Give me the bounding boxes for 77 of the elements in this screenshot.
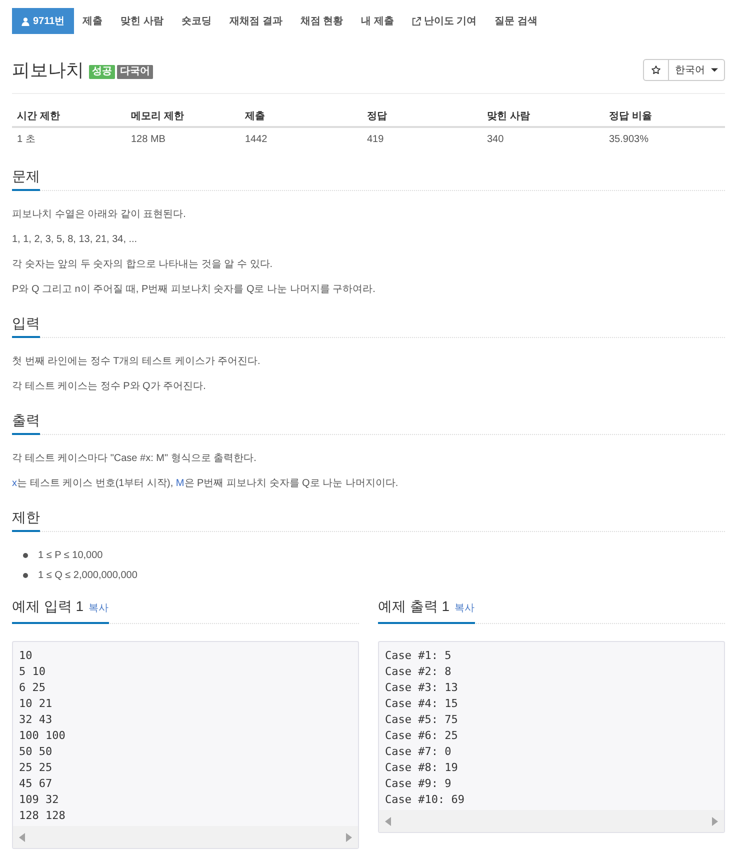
paragraph: 피보나치 수열은 아래와 같이 표현된다. xyxy=(12,208,187,222)
code-line: 5 10 xyxy=(19,664,46,680)
section-heading: 제한 xyxy=(12,507,40,532)
scroll-left-icon xyxy=(19,832,25,842)
code-line: Case #10: 69 xyxy=(385,792,464,808)
nav-tab[interactable]: 질문 검색 xyxy=(486,8,546,34)
code-line: Case #3: 13 xyxy=(385,680,458,696)
example-heading: 예제 출력 1 xyxy=(378,597,450,616)
scroll-right-icon xyxy=(712,816,718,826)
list-item-text: 1 ≤ Q ≤ 2,000,000,000 xyxy=(38,569,138,583)
scroll-right-icon xyxy=(346,832,352,842)
code-line: 10 xyxy=(19,648,32,664)
external-link-icon xyxy=(412,16,421,26)
table-cell-text: 35.903% xyxy=(608,132,650,146)
nav-tab[interactable]: 9711번 xyxy=(12,8,74,34)
bullet-icon xyxy=(23,573,28,578)
nav-tab[interactable]: 제출 xyxy=(74,8,112,34)
nav-tab[interactable]: 난이도 기여 xyxy=(402,8,486,34)
table-cell-text: 419 xyxy=(366,132,385,146)
problem-tag: 다국어 xyxy=(117,65,153,79)
copy-link[interactable]: 복사 xyxy=(88,599,109,619)
column-header: 정답 비율 xyxy=(608,110,653,124)
copy-link[interactable]: 복사 xyxy=(454,599,475,619)
nav-tab[interactable]: 숏코딩 xyxy=(172,8,220,34)
paragraph: 각 테스트 케이스마다 "Case #x: M" 형식으로 출력한다. xyxy=(12,452,258,466)
horizontal-scrollbar[interactable] xyxy=(13,826,358,848)
code-line: 128 128 xyxy=(19,808,66,824)
code-line: Case #2: 8 xyxy=(385,664,452,680)
nav-tab[interactable]: 재채점 결과 xyxy=(220,8,292,34)
scroll-left-icon xyxy=(385,816,391,826)
paragraph: 1, 1, 2, 3, 5, 8, 13, 21, 34, ... xyxy=(12,233,138,247)
horizontal-scrollbar[interactable] xyxy=(379,810,724,832)
language-dropdown[interactable]: 한국어 xyxy=(669,59,725,81)
column-header: 시간 제한 xyxy=(16,110,61,124)
paragraph: 각 테스트 케이스는 정수 P와 Q가 주어진다. xyxy=(12,380,207,394)
paragraph: 첫 번째 라인에는 정수 T개의 테스트 케이스가 주어진다. xyxy=(12,355,262,369)
table-cell-text: 340 xyxy=(486,132,505,146)
nav-tab[interactable]: 채점 현황 xyxy=(291,8,352,34)
code-line: 45 67 xyxy=(19,776,52,792)
code-line: 10 21 xyxy=(19,696,52,712)
table-cell-text: 1 초 xyxy=(16,132,36,146)
column-header: 정답 xyxy=(366,110,388,124)
code-line: Case #1: 5 xyxy=(385,648,452,664)
list-item-text: 1 ≤ P ≤ 10,000 xyxy=(38,549,103,563)
table-cell-text: 1442 xyxy=(244,132,268,146)
bullet-icon xyxy=(23,553,28,558)
nav-tab[interactable]: 맞힌 사람 xyxy=(112,8,172,34)
code-line: Case #4: 15 xyxy=(385,696,458,712)
code-line: Case #7: 0 xyxy=(385,744,452,760)
favorite-button[interactable] xyxy=(643,59,669,81)
nav-tab[interactable]: 내 제출 xyxy=(352,8,403,34)
code-line: 50 50 xyxy=(19,744,52,760)
problem-title: 피보나치 xyxy=(12,59,84,82)
code-line: Case #6: 25 xyxy=(385,728,458,744)
code-line: 109 32 xyxy=(19,792,59,808)
paragraph: P와 Q 그리고 n이 주어질 때, P번째 피보나치 숫자를 Q로 나눈 나머지를 구하여라. xyxy=(12,283,376,297)
column-header: 제출 xyxy=(244,110,266,124)
column-header: 맞힌 사람 xyxy=(486,110,531,124)
code-line: Case #8: 19 xyxy=(385,760,458,776)
section-heading: 출력 xyxy=(12,410,40,435)
person-icon xyxy=(21,16,30,26)
example-heading: 예제 입력 1 xyxy=(12,597,84,616)
paragraph: 각 숫자는 앞의 두 숫자의 합으로 나타내는 것을 알 수 있다. xyxy=(12,258,274,272)
column-header: 메모리 제한 xyxy=(130,110,185,124)
section-heading: 입력 xyxy=(12,313,40,338)
problem-tag: 성공 xyxy=(89,65,115,79)
caret-icon xyxy=(711,68,718,72)
paragraph: x는 테스트 케이스 번호(1부터 시작), M은 P번째 피보나치 숫자를 Q로 나눈 나머지이다. xyxy=(12,477,400,491)
code-line: 25 25 xyxy=(19,760,52,776)
star-icon xyxy=(651,65,661,75)
code-line: Case #5: 75 xyxy=(385,712,458,728)
code-line: 32 43 xyxy=(19,712,52,728)
code-line: Case #9: 9 xyxy=(385,776,452,792)
table-cell-text: 128 MB xyxy=(130,132,166,146)
code-line: 6 25 xyxy=(19,680,46,696)
section-heading: 문제 xyxy=(12,166,40,191)
code-line: 100 100 xyxy=(19,728,66,744)
